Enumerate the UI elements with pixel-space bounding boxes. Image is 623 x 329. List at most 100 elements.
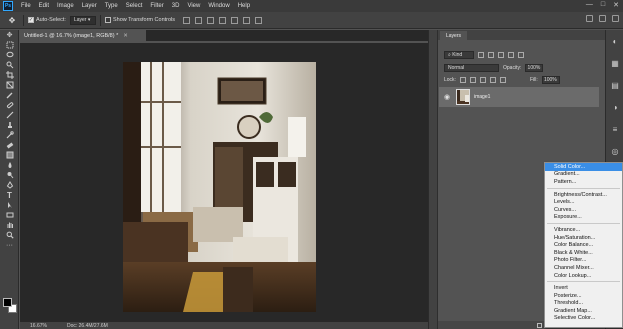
move-tool-preset-icon[interactable]: ✥: [5, 14, 19, 26]
history-brush-tool-icon[interactable]: [0, 130, 19, 140]
more-tools-icon[interactable]: ···: [0, 240, 19, 250]
align-right-icon[interactable]: [243, 16, 251, 24]
menu-edit[interactable]: Edit: [35, 3, 53, 9]
menu-window[interactable]: Window: [204, 3, 233, 9]
blend-mode-dropdown[interactable]: Normal: [444, 63, 499, 72]
shape-filter-icon[interactable]: [508, 51, 514, 58]
tab-layers[interactable]: Layers: [440, 31, 468, 40]
close-icon[interactable]: ✕: [613, 1, 619, 9]
menu-select[interactable]: Select: [122, 3, 147, 9]
quick-select-tool-icon[interactable]: [0, 60, 19, 70]
lock-position-icon[interactable]: [479, 76, 486, 83]
lock-all-icon[interactable]: [499, 76, 506, 83]
type-filter-icon[interactable]: [498, 51, 504, 58]
restore-icon[interactable]: □: [601, 1, 605, 9]
align-bottom-icon[interactable]: [207, 16, 215, 24]
align-center-icon[interactable]: [231, 16, 239, 24]
lock-image-icon[interactable]: [469, 76, 476, 83]
link-layers-icon[interactable]: [537, 322, 542, 328]
menu-filter[interactable]: Filter: [146, 3, 167, 9]
move-tool-icon[interactable]: ✥: [0, 30, 19, 40]
clone-stamp-tool-icon[interactable]: [0, 120, 19, 130]
menu-item-gradient[interactable]: Gradient...: [545, 171, 622, 179]
menu-item-pattern[interactable]: Pattern...: [545, 178, 622, 186]
eyedropper-tool-icon[interactable]: [0, 90, 19, 100]
adjustments-panel-icon[interactable]: ◑: [606, 96, 623, 118]
blur-tool-icon[interactable]: [0, 160, 19, 170]
menu-item-solid-color[interactable]: Solid Color...: [545, 163, 622, 171]
lock-transparent-icon[interactable]: [459, 76, 466, 83]
kind-filter-dropdown[interactable]: ⌕ Kind: [444, 50, 474, 59]
brush-tool-icon[interactable]: [0, 110, 19, 120]
marquee-tool-icon[interactable]: [0, 40, 19, 50]
align-middle-icon[interactable]: [195, 16, 203, 24]
search-icon[interactable]: [586, 15, 593, 22]
menu-item-black-white[interactable]: Black & White...: [545, 249, 622, 257]
align-left-icon[interactable]: [219, 16, 227, 24]
menu-help[interactable]: Help: [234, 3, 254, 9]
share-icon[interactable]: [612, 15, 619, 22]
align-top-icon[interactable]: [183, 16, 191, 24]
adjustment-filter-icon[interactable]: [488, 51, 494, 58]
menu-layer[interactable]: Layer: [78, 3, 101, 9]
eraser-tool-icon[interactable]: [0, 140, 19, 150]
workspace-icon[interactable]: [599, 15, 606, 22]
foreground-color-swatch[interactable]: [3, 298, 12, 307]
properties-panel-icon[interactable]: ≡: [606, 118, 623, 140]
rectangle-tool-icon[interactable]: [0, 210, 19, 220]
menu-item-vibrance[interactable]: Vibrance...: [545, 226, 622, 234]
menu-item-levels[interactable]: Levels...: [545, 198, 622, 206]
show-transform-label: Show Transform Controls: [112, 17, 176, 23]
smart-object-filter-icon[interactable]: [518, 51, 524, 58]
path-selection-tool-icon[interactable]: [0, 200, 19, 210]
color-swatches[interactable]: [3, 298, 17, 314]
menu-item-gradient-map[interactable]: Gradient Map...: [545, 307, 622, 315]
pixel-filter-icon[interactable]: [478, 51, 484, 58]
menu-item-selective-color[interactable]: Selective Color...: [545, 315, 622, 323]
fill-field[interactable]: 100%: [541, 75, 560, 84]
libraries-panel-icon[interactable]: ▤: [606, 74, 623, 96]
menu-item-color-balance[interactable]: Color Balance...: [545, 241, 622, 249]
layer-row[interactable]: ◉ image1: [439, 87, 599, 107]
lasso-tool-icon[interactable]: [0, 50, 19, 60]
crop-tool-icon[interactable]: [0, 70, 19, 80]
opacity-field[interactable]: 100%: [525, 63, 544, 72]
menu-type[interactable]: Type: [101, 3, 122, 9]
pen-tool-icon[interactable]: [0, 180, 19, 190]
menu-item-brightness-contrast[interactable]: Brightness/Contrast...: [545, 191, 622, 199]
document-tab[interactable]: Untitled-1 @ 16.7% (image1, RGB/8) * ✕: [20, 30, 146, 41]
healing-brush-tool-icon[interactable]: [0, 100, 19, 110]
menu-view[interactable]: View: [183, 3, 204, 9]
auto-select-checkbox[interactable]: ✓: [28, 17, 34, 23]
zoom-tool-icon[interactable]: [0, 230, 19, 240]
channels-panel-icon[interactable]: ◎: [606, 140, 623, 162]
menu-item-photo-filter[interactable]: Photo Filter...: [545, 257, 622, 265]
zoom-level[interactable]: 16.67%: [30, 323, 47, 329]
show-transform-checkbox[interactable]: [104, 17, 111, 23]
hand-tool-icon[interactable]: [0, 220, 19, 230]
menu-3d[interactable]: 3D: [168, 3, 184, 9]
menu-item-exposure[interactable]: Exposure...: [545, 214, 622, 222]
distribute-icon[interactable]: [255, 16, 263, 24]
dodge-tool-icon[interactable]: [0, 170, 19, 180]
menu-image[interactable]: Image: [53, 3, 78, 9]
menu-item-threshold[interactable]: Threshold...: [545, 300, 622, 308]
menu-item-color-lookup[interactable]: Color Lookup...: [545, 272, 622, 280]
close-tab-icon[interactable]: ✕: [123, 33, 128, 39]
gradient-tool-icon[interactable]: [0, 150, 19, 160]
menu-item-hue-saturation[interactable]: Hue/Saturation...: [545, 234, 622, 242]
menu-item-curves[interactable]: Curves...: [545, 206, 622, 214]
auto-select-target-dropdown[interactable]: Layer ▾: [69, 15, 96, 25]
menu-item-channel-mixer[interactable]: Channel Mixer...: [545, 264, 622, 272]
menu-item-posterize[interactable]: Posterize...: [545, 292, 622, 300]
canvas-image[interactable]: [123, 62, 316, 312]
menu-item-invert[interactable]: Invert: [545, 284, 622, 292]
frame-tool-icon[interactable]: [0, 80, 19, 90]
minimize-icon[interactable]: —: [586, 1, 593, 9]
swatches-panel-icon[interactable]: ▦: [606, 52, 623, 74]
type-tool-icon[interactable]: T: [0, 190, 19, 200]
lock-artboard-icon[interactable]: [489, 76, 496, 83]
color-panel-icon[interactable]: ◐: [606, 30, 623, 52]
visibility-eye-icon[interactable]: ◉: [442, 93, 452, 101]
menu-file[interactable]: File: [17, 3, 35, 9]
